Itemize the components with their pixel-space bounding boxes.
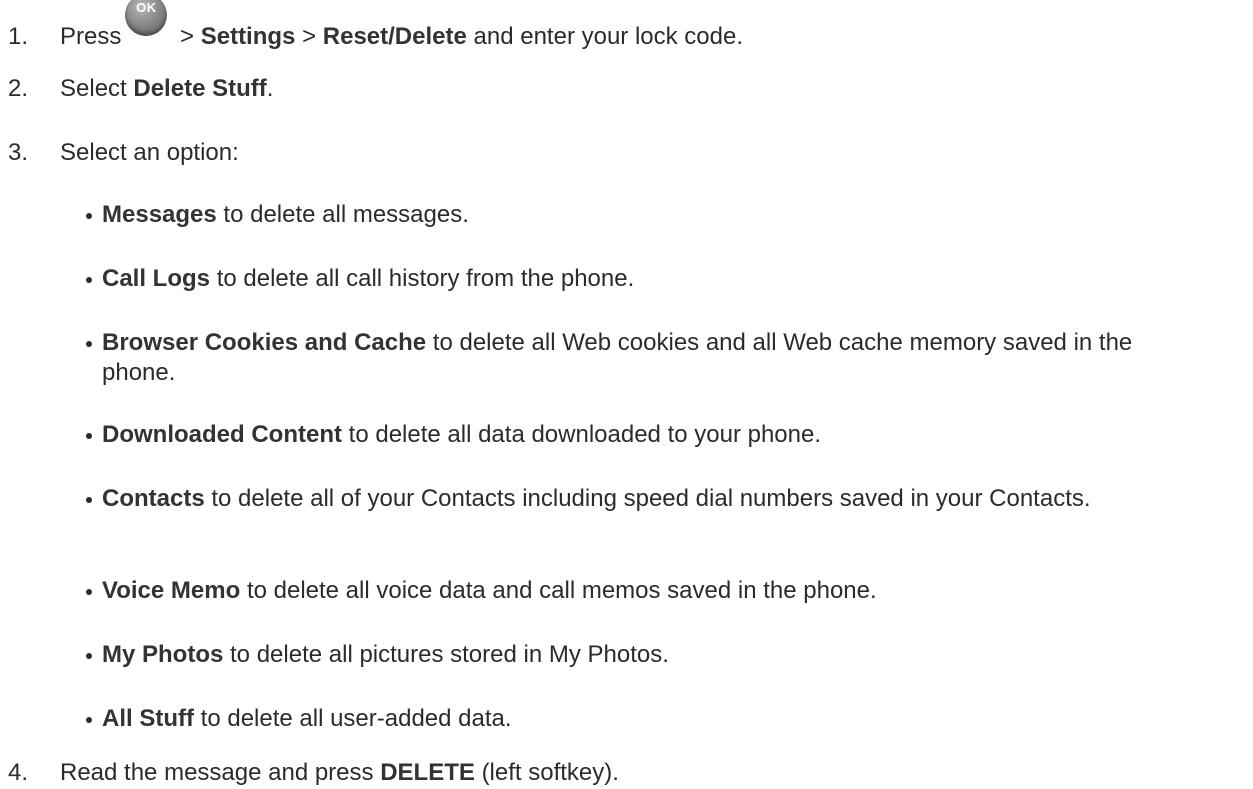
softkey-delete: DELETE [380,759,475,786]
list-item-contacts: Contacts to delete all of your Contacts … [86,484,1212,514]
option-name: All Stuff [102,705,194,732]
step-text: Press [60,23,122,50]
step-text: Select [60,75,127,102]
step-text: Read the message and press [60,759,374,786]
bullet-icon [86,653,92,659]
menu-delete-stuff: Delete Stuff [133,75,267,102]
option-description: to delete all user-added data. [200,705,512,732]
list-item-all-stuff: All Stuff to delete all user-added data. [86,704,1212,734]
option-name: Messages [102,201,217,228]
step-3: 3. Select an option: [8,138,239,168]
bullet-icon [86,497,92,503]
option-description: to delete all pictures stored in My Phot… [230,641,669,668]
option-name: My Photos [102,641,224,668]
list-item-my-photos: My Photos to delete all pictures stored … [86,640,1212,670]
menu-reset-delete: Reset/Delete [322,23,467,50]
list-item-call-logs: Call Logs to delete all call history fro… [86,264,1212,294]
menu-settings: Settings [200,23,296,50]
separator: > [302,23,317,50]
option-description: to delete all voice data and call memos … [246,577,877,604]
instructions-document: 1. Press OK > Settings > Reset/Delete and … [0,0,1253,789]
option-name: Call Logs [102,265,211,292]
step-text-tail: (left softkey). [481,759,619,786]
step-number: 3. [8,139,29,166]
step-4: 4. Read the message and press DELETE (lef… [8,758,619,788]
option-description: to delete all call history from the phon… [216,265,635,292]
bullet-icon [86,341,92,347]
bullet-icon [86,589,92,595]
step-number: 4. [8,759,29,786]
option-name: Browser Cookies and Cache [102,329,427,356]
ok-label: OK [136,0,157,15]
option-name: Downloaded Content [102,421,342,448]
bullet-icon [86,277,92,283]
separator: > [180,23,195,50]
option-name: Contacts [102,485,205,512]
step-2: 2. Select Delete Stuff. [8,74,273,104]
option-name: Voice Memo [102,577,241,604]
list-item-messages: Messages to delete all messages. [86,200,1212,230]
list-item-browser-cookies-cache: Browser Cookies and Cache to delete all … [86,328,1212,388]
step-number: 2. [8,75,29,102]
step-text-tail: . [266,75,274,102]
bullet-icon [86,213,92,219]
option-description: to delete all data downloaded to your ph… [348,421,822,448]
list-item-downloaded-content: Downloaded Content to delete all data do… [86,420,1212,450]
step-text: Select an option: [60,139,239,166]
step-text-tail: and enter your lock code. [473,23,744,50]
bullet-icon [86,433,92,439]
list-item-voice-memo: Voice Memo to delete all voice data and … [86,576,1212,606]
step-1: 1. Press OK > Settings > Reset/Delete and … [8,0,744,52]
ok-button-icon: OK [125,0,168,36]
step-number: 1. [8,23,29,50]
option-description: to delete all messages. [223,201,469,228]
bullet-icon [86,717,92,723]
option-description: to delete all of your Contacts including… [211,485,1091,512]
